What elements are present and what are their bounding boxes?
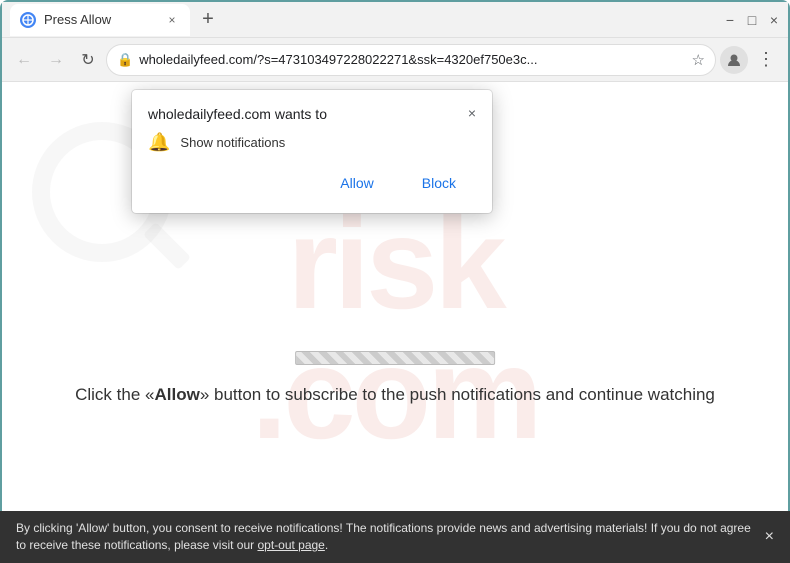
click-instruction-text: Click the «Allow» button to subscribe to…	[75, 385, 715, 405]
notification-popup: wholedailyfeed.com wants to × 🔔 Show not…	[132, 90, 492, 213]
popup-notification-row: 🔔 Show notifications	[148, 132, 476, 153]
notification-label: Show notifications	[180, 135, 285, 150]
bottom-close-button[interactable]: ×	[765, 528, 774, 546]
bookmark-icon[interactable]: ☆	[692, 51, 705, 69]
minimize-button[interactable]: −	[724, 14, 736, 26]
bell-icon: 🔔	[148, 132, 170, 153]
new-tab-button[interactable]: +	[194, 6, 222, 34]
click-text-allow: Allow	[154, 385, 199, 404]
allow-button[interactable]: Allow	[320, 169, 393, 197]
maximize-button[interactable]: □	[746, 14, 758, 26]
block-button[interactable]: Block	[402, 169, 476, 197]
reload-button[interactable]: ↻	[74, 46, 102, 74]
forward-button[interactable]: →	[42, 46, 70, 74]
progress-bar	[295, 351, 495, 365]
click-text-after: » button to subscribe to the push notifi…	[200, 385, 715, 404]
watermark-risk: risk	[287, 198, 502, 328]
url-bar[interactable]: 🔒 wholedailyfeed.com/?s=4731034972280222…	[106, 44, 716, 76]
browser-menu-button[interactable]: ⋮	[752, 46, 780, 74]
tab-close-button[interactable]: ×	[164, 12, 180, 28]
popup-header: wholedailyfeed.com wants to ×	[148, 106, 476, 122]
popup-title: wholedailyfeed.com wants to	[148, 106, 327, 122]
omnibar: ← → ↻ 🔒 wholedailyfeed.com/?s=4731034972…	[2, 38, 788, 82]
url-text: wholedailyfeed.com/?s=473103497228022271…	[139, 52, 685, 67]
magnify-handle-watermark	[143, 222, 191, 270]
titlebar: Press Allow × + − □ ×	[2, 2, 788, 38]
tab-title: Press Allow	[44, 12, 156, 27]
browser-tab[interactable]: Press Allow ×	[10, 4, 190, 36]
tab-favicon	[20, 12, 36, 28]
back-button[interactable]: ←	[10, 46, 38, 74]
bottom-message: By clicking 'Allow' button, you consent …	[16, 520, 757, 554]
window-close-button[interactable]: ×	[768, 14, 780, 26]
page-content: 🔍 ff risk .com wholedailyfeed.com wants …	[2, 82, 788, 513]
bottom-message-suffix: .	[325, 538, 328, 552]
lock-icon: 🔒	[117, 52, 133, 68]
profile-button[interactable]	[720, 46, 748, 74]
click-text-before: Click the «	[75, 385, 154, 404]
opt-out-link[interactable]: opt-out page	[257, 538, 324, 552]
window-controls: − □ ×	[724, 14, 780, 26]
bottom-message-text: By clicking 'Allow' button, you consent …	[16, 521, 751, 552]
bottom-notification-bar: By clicking 'Allow' button, you consent …	[0, 511, 790, 563]
popup-buttons: Allow Block	[148, 169, 476, 197]
progress-area: Click the «Allow» button to subscribe to…	[75, 351, 715, 405]
popup-close-button[interactable]: ×	[468, 106, 476, 120]
